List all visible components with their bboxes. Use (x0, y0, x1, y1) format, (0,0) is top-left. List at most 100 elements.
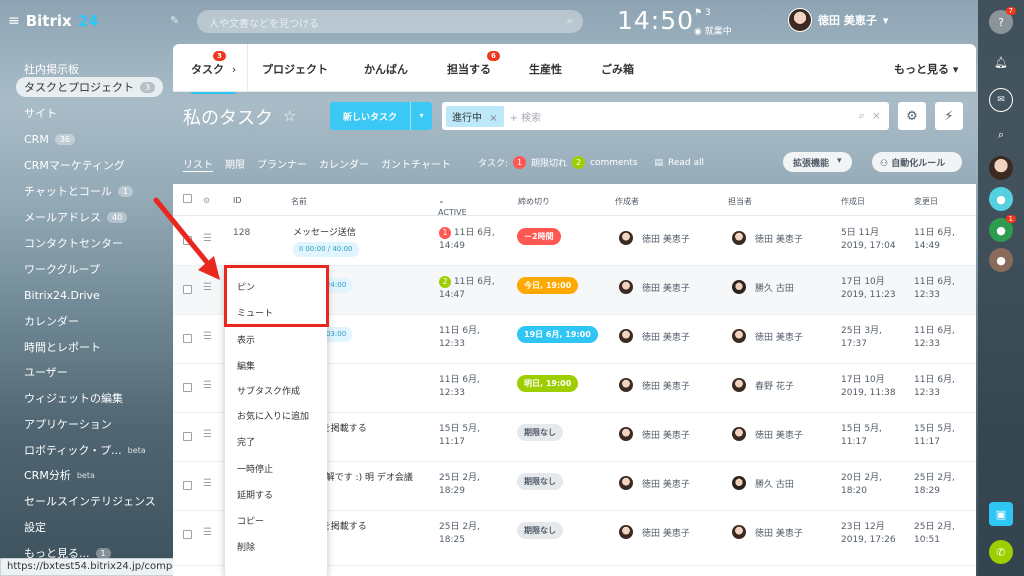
sidebar-item[interactable]: メールアドレス 40 (16, 207, 135, 227)
deadline-badge[interactable]: 期限なし (517, 522, 563, 539)
view-tab[interactable]: ガントチャート (381, 156, 451, 172)
overdue-link[interactable]: 期限切れ (531, 156, 567, 169)
row-menu-icon[interactable]: ☰ (203, 429, 213, 440)
search-icon[interactable]: ⌕ × (859, 109, 881, 123)
help-icon[interactable]: ? 7 (989, 7, 1016, 34)
sidebar-item[interactable]: CRMマーケティング (16, 155, 133, 175)
assignee[interactable]: 勝久 古田 (732, 476, 794, 490)
assignee[interactable]: 勝久 古田 (732, 280, 794, 294)
assignee[interactable]: 徳田 美恵子 (732, 427, 803, 441)
sidebar-item[interactable]: タスクとプロジェクト 3 (16, 77, 164, 97)
context-menu-item[interactable]: 削除 (237, 540, 255, 553)
sidebar-item[interactable]: ロボティック・プ... beta (16, 440, 154, 460)
sidebar-item[interactable]: セールスインテリジェンス (16, 491, 164, 511)
creator[interactable]: 徳田 美恵子 (619, 427, 690, 441)
comments-link[interactable]: comments (590, 158, 637, 168)
row-menu-icon[interactable]: ☰ (203, 527, 213, 538)
search-icon[interactable]: ⌕ (567, 14, 573, 28)
tab-tasks[interactable]: タスク 3 › (191, 51, 237, 94)
work-status[interactable]: ◉ 就業中 (694, 24, 732, 37)
tab-trash[interactable]: ごみ箱 (601, 61, 634, 77)
context-menu-item[interactable]: お気に入りに追加 (237, 409, 309, 422)
timer-badge[interactable]: II 00:00 / 40:00 (293, 242, 359, 257)
automation-button[interactable]: ⚇ 自動化ルール (872, 152, 962, 172)
context-menu-item[interactable]: 一時停止 (237, 462, 273, 475)
creator[interactable]: 徳田 美恵子 (619, 329, 690, 343)
creator[interactable]: 徳田 美恵子 (619, 378, 690, 392)
view-tab[interactable]: カレンダー (319, 156, 369, 172)
logo[interactable]: ≡ Bitrix 24 (8, 12, 99, 30)
assignee[interactable]: 徳田 美恵子 (732, 525, 803, 539)
search-icon[interactable]: ⌕ (989, 123, 1013, 147)
creator[interactable]: 徳田 美恵子 (619, 476, 690, 490)
deadline-badge[interactable]: －2時間 (517, 228, 561, 245)
deadline-badge[interactable]: 明日, 19:00 (517, 375, 579, 392)
context-menu-item[interactable]: 完了 (237, 435, 255, 448)
chat-icon[interactable]: ✉ (989, 88, 1013, 112)
tab-more[interactable]: もっと見る ▾ (894, 61, 958, 77)
tab-projects[interactable]: プロジェクト (262, 61, 328, 77)
sidebar-item[interactable]: チャットとコール 1 (16, 181, 141, 201)
row-checkbox[interactable] (183, 432, 192, 441)
bell-icon[interactable]: 🔔︎ (989, 50, 1013, 74)
clock[interactable]: 14:50 (617, 6, 694, 35)
flag-indicator[interactable]: ⚑ 3 (694, 8, 711, 18)
tab-kanban[interactable]: かんばん (364, 61, 408, 77)
creator[interactable]: 徳田 美恵子 (619, 280, 690, 294)
deadline-badge[interactable]: 19日 6月, 19:00 (517, 326, 598, 343)
sidebar-item[interactable]: アプリケーション (16, 414, 120, 434)
deadline-badge[interactable]: 期限なし (517, 473, 563, 490)
filter-search[interactable]: 進行中 × + 検索 ⌕ × (442, 102, 889, 130)
row-checkbox[interactable] (183, 334, 192, 343)
sidebar-item[interactable]: Bitrix24.Drive (16, 285, 108, 305)
view-tab[interactable]: 期限 (225, 156, 245, 172)
sidebar-item[interactable]: 設定 (16, 517, 54, 537)
crm-avatar[interactable]: ● 1 (989, 215, 1016, 242)
contact-avatar[interactable]: ● (989, 187, 1013, 211)
phone-icon[interactable]: ✆ (989, 540, 1013, 564)
view-tab[interactable]: リスト (183, 156, 213, 172)
screen-share-icon[interactable]: ▣ (989, 502, 1013, 526)
menu-icon[interactable]: ≡ (8, 13, 20, 29)
row-checkbox[interactable] (183, 530, 192, 539)
row-menu-icon[interactable]: ☰ (203, 478, 213, 489)
context-menu-item[interactable]: サブタスク作成 (237, 384, 300, 397)
new-task-button[interactable]: 新しいタスク ▾ (330, 102, 432, 130)
row-checkbox[interactable] (183, 383, 192, 392)
contact-avatar[interactable] (989, 156, 1013, 180)
row-checkbox[interactable] (183, 481, 192, 490)
star-icon[interactable]: ☆ (283, 107, 296, 125)
sidebar-item[interactable]: カレンダー (16, 311, 87, 331)
pencil-icon[interactable]: ✎ (170, 14, 179, 27)
context-menu-item[interactable]: 編集 (237, 359, 255, 372)
assignee[interactable]: 徳田 美恵子 (732, 329, 803, 343)
assignee[interactable]: 徳田 美恵子 (732, 231, 803, 245)
context-menu-item[interactable]: コピー (237, 514, 264, 527)
user-menu[interactable]: 徳田 美恵子 ▾ (788, 8, 888, 32)
read-all-link[interactable]: Read all (668, 158, 704, 168)
crm-avatar[interactable]: ● (989, 248, 1013, 272)
tab-assigned[interactable]: 担当する 6 (447, 51, 500, 77)
row-menu-icon[interactable]: ☰ (203, 331, 213, 342)
task-name[interactable]: メッセージ送信 II 00:00 / 40:00 (293, 227, 413, 257)
sidebar-item[interactable]: ウィジェットの編集 (16, 388, 131, 408)
creator[interactable]: 徳田 美恵子 (619, 231, 690, 245)
sidebar-item[interactable]: CRM分析 beta (16, 465, 103, 485)
lightning-icon[interactable]: ⚡ (935, 102, 963, 130)
extensions-button[interactable]: 拡張機能 ▾ (783, 152, 852, 172)
sidebar-item[interactable]: コンタクトセンター (16, 233, 131, 253)
view-tab[interactable]: プランナー (257, 156, 307, 172)
assignee[interactable]: 春野 花子 (732, 378, 794, 392)
sidebar-item[interactable]: サイト (16, 103, 65, 123)
deadline-badge[interactable]: 期限なし (517, 424, 563, 441)
context-menu-item[interactable]: 延期する (237, 488, 273, 501)
comments-count[interactable]: 2 (572, 156, 586, 169)
sidebar-item[interactable]: ワークグループ (16, 259, 108, 279)
search-input[interactable]: 人や文書などを見つける ⌕ (197, 10, 583, 33)
tab-productivity[interactable]: 生産性 (529, 61, 562, 77)
creator[interactable]: 徳田 美恵子 (619, 525, 690, 539)
row-checkbox[interactable] (183, 285, 192, 294)
sidebar-item[interactable]: 時間とレポート (16, 337, 109, 357)
deadline-badge[interactable]: 今日, 19:00 (517, 277, 579, 294)
filter-chip[interactable]: 進行中 × (446, 105, 504, 127)
